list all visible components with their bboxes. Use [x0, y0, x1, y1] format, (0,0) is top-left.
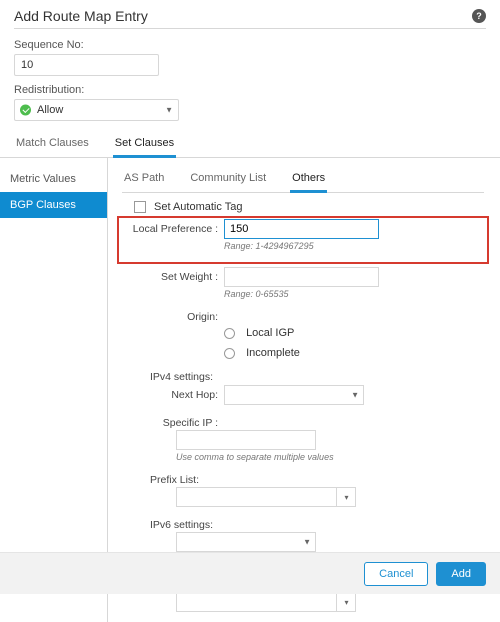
redistribution-select[interactable]: [14, 99, 179, 121]
prefix-list-select[interactable]: [176, 487, 356, 507]
set-weight-label: Set Weight :: [122, 267, 218, 283]
origin-incomplete-radio[interactable]: [224, 348, 235, 359]
set-weight-input[interactable]: [224, 267, 379, 287]
sidebar-item-bgp-clauses[interactable]: BGP Clauses: [0, 192, 107, 218]
sidebar-item-metric-values[interactable]: Metric Values: [0, 166, 107, 192]
local-preference-input[interactable]: [224, 219, 379, 239]
allow-icon: [20, 105, 31, 116]
add-button[interactable]: Add: [436, 562, 486, 586]
set-automatic-tag-checkbox[interactable]: [134, 201, 146, 213]
dialog-title: Add Route Map Entry: [14, 8, 148, 24]
tab-match-clauses[interactable]: Match Clauses: [14, 131, 91, 157]
tab-set-clauses[interactable]: Set Clauses: [113, 131, 176, 158]
next-hop-label: Next Hop:: [122, 385, 218, 401]
prefix-list-label: Prefix List:: [122, 470, 218, 486]
ipv6-settings-label: IPv6 settings:: [122, 515, 218, 531]
cancel-button[interactable]: Cancel: [364, 562, 428, 586]
set-automatic-tag-label: Set Automatic Tag: [154, 201, 242, 213]
local-preference-label: Local Preference :: [122, 219, 218, 235]
redistribution-label: Redistribution:: [14, 84, 486, 96]
specific-ip-label: Specific IP :: [122, 413, 218, 429]
origin-local-igp-radio[interactable]: [224, 328, 235, 339]
ipv6-prefix-select[interactable]: [176, 592, 356, 612]
dialog-footer: Cancel Add: [0, 552, 500, 594]
tab-as-path[interactable]: AS Path: [122, 168, 166, 192]
local-preference-highlight: Local Preference : Range: 1-4294967295: [122, 219, 484, 251]
specific-ip-input[interactable]: [176, 430, 316, 450]
chevron-down-icon[interactable]: ▾: [336, 487, 356, 507]
origin-local-igp-label: Local IGP: [246, 327, 294, 339]
set-weight-range: Range: 0-65535: [224, 289, 484, 299]
sequence-no-label: Sequence No:: [14, 39, 486, 51]
ipv4-settings-label: IPv4 settings:: [122, 367, 218, 383]
inner-tabs: AS Path Community List Others: [122, 168, 484, 193]
ipv6-select[interactable]: [176, 532, 316, 552]
origin-incomplete-label: Incomplete: [246, 347, 300, 359]
tab-community-list[interactable]: Community List: [188, 168, 268, 192]
divider: [14, 28, 486, 29]
help-icon[interactable]: ?: [472, 9, 486, 23]
outer-tabs: Match Clauses Set Clauses: [0, 125, 500, 158]
chevron-down-icon[interactable]: ▾: [336, 592, 356, 612]
sequence-no-input[interactable]: [14, 54, 159, 76]
next-hop-select[interactable]: [224, 385, 364, 405]
origin-label: Origin:: [122, 307, 218, 323]
local-preference-range: Range: 1-4294967295: [224, 241, 484, 251]
specific-ip-hint: Use comma to separate multiple values: [176, 452, 484, 462]
tab-others[interactable]: Others: [290, 168, 327, 193]
